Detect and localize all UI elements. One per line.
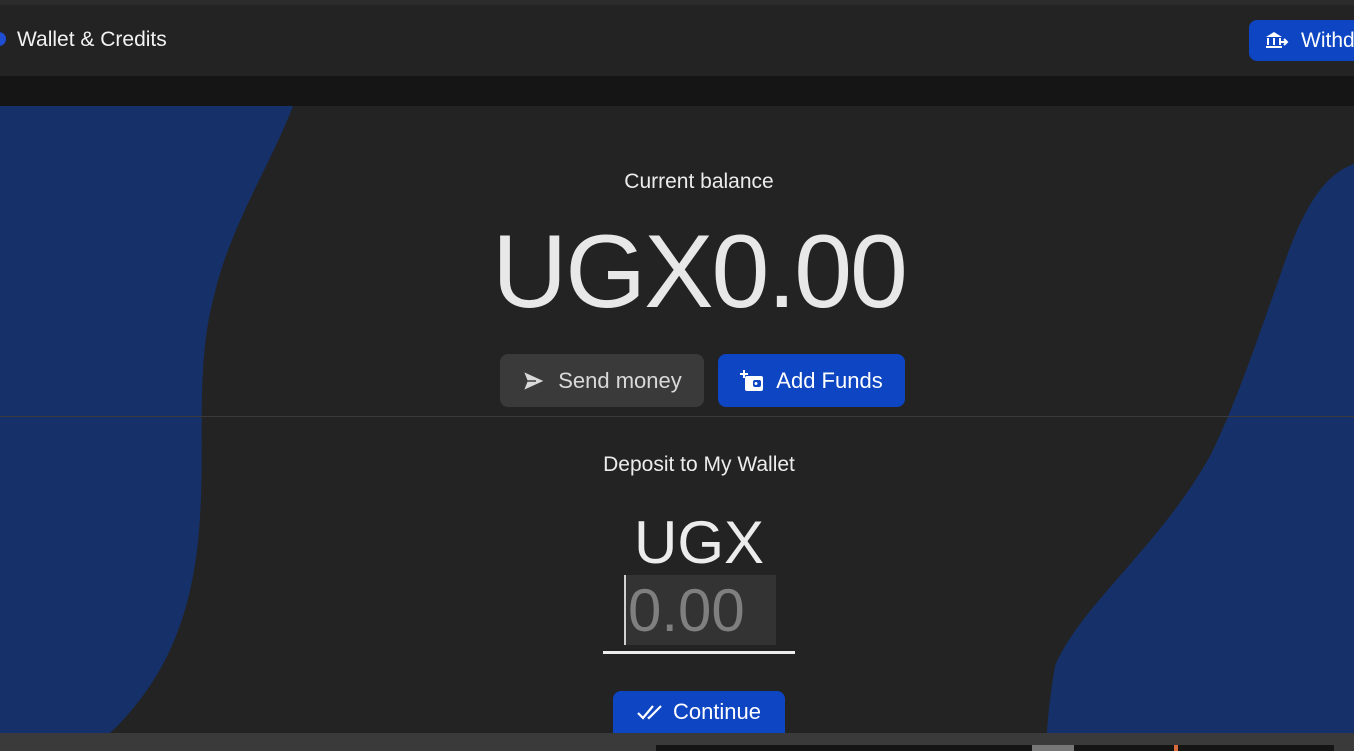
header-gap (0, 76, 1354, 106)
taskbar-thumbnail-light (1032, 745, 1074, 751)
taskbar-thumbnail[interactable] (656, 745, 1334, 751)
continue-label: Continue (672, 699, 762, 724)
add-funds-label: Add Funds (776, 367, 883, 393)
bank-transfer-icon (1266, 31, 1289, 48)
section-divider (0, 416, 1354, 417)
page-title: Wallet & Credits (17, 28, 167, 51)
wallet-panel: Current balance UGX0.00 Send money Add F… (0, 106, 1354, 733)
avatar[interactable] (0, 32, 6, 46)
amount-field[interactable] (624, 575, 776, 645)
add-funds-button[interactable]: Add Funds (718, 354, 905, 407)
send-money-button[interactable]: Send money (500, 354, 704, 407)
wallet-plus-icon (740, 369, 764, 391)
withdraw-button[interactable]: Withdraw (1249, 20, 1354, 61)
amount-underline (603, 651, 795, 654)
bottom-bar (0, 733, 1354, 751)
deposit-title: Deposit to My Wallet (603, 453, 795, 476)
taskbar-thumbnail-accent (1174, 745, 1178, 751)
continue-button[interactable]: Continue (613, 691, 785, 733)
page-header: Wallet & Credits Withdraw (0, 5, 1354, 76)
send-money-label: Send money (558, 367, 682, 393)
deposit-currency: UGX (633, 509, 765, 576)
double-check-icon (637, 705, 662, 720)
withdraw-label: Withdraw (1301, 28, 1354, 52)
send-arrow-icon (522, 369, 547, 392)
current-balance-label: Current balance (624, 170, 774, 193)
amount-input[interactable] (624, 575, 776, 645)
balance-amount: UGX0.00 (492, 214, 908, 330)
